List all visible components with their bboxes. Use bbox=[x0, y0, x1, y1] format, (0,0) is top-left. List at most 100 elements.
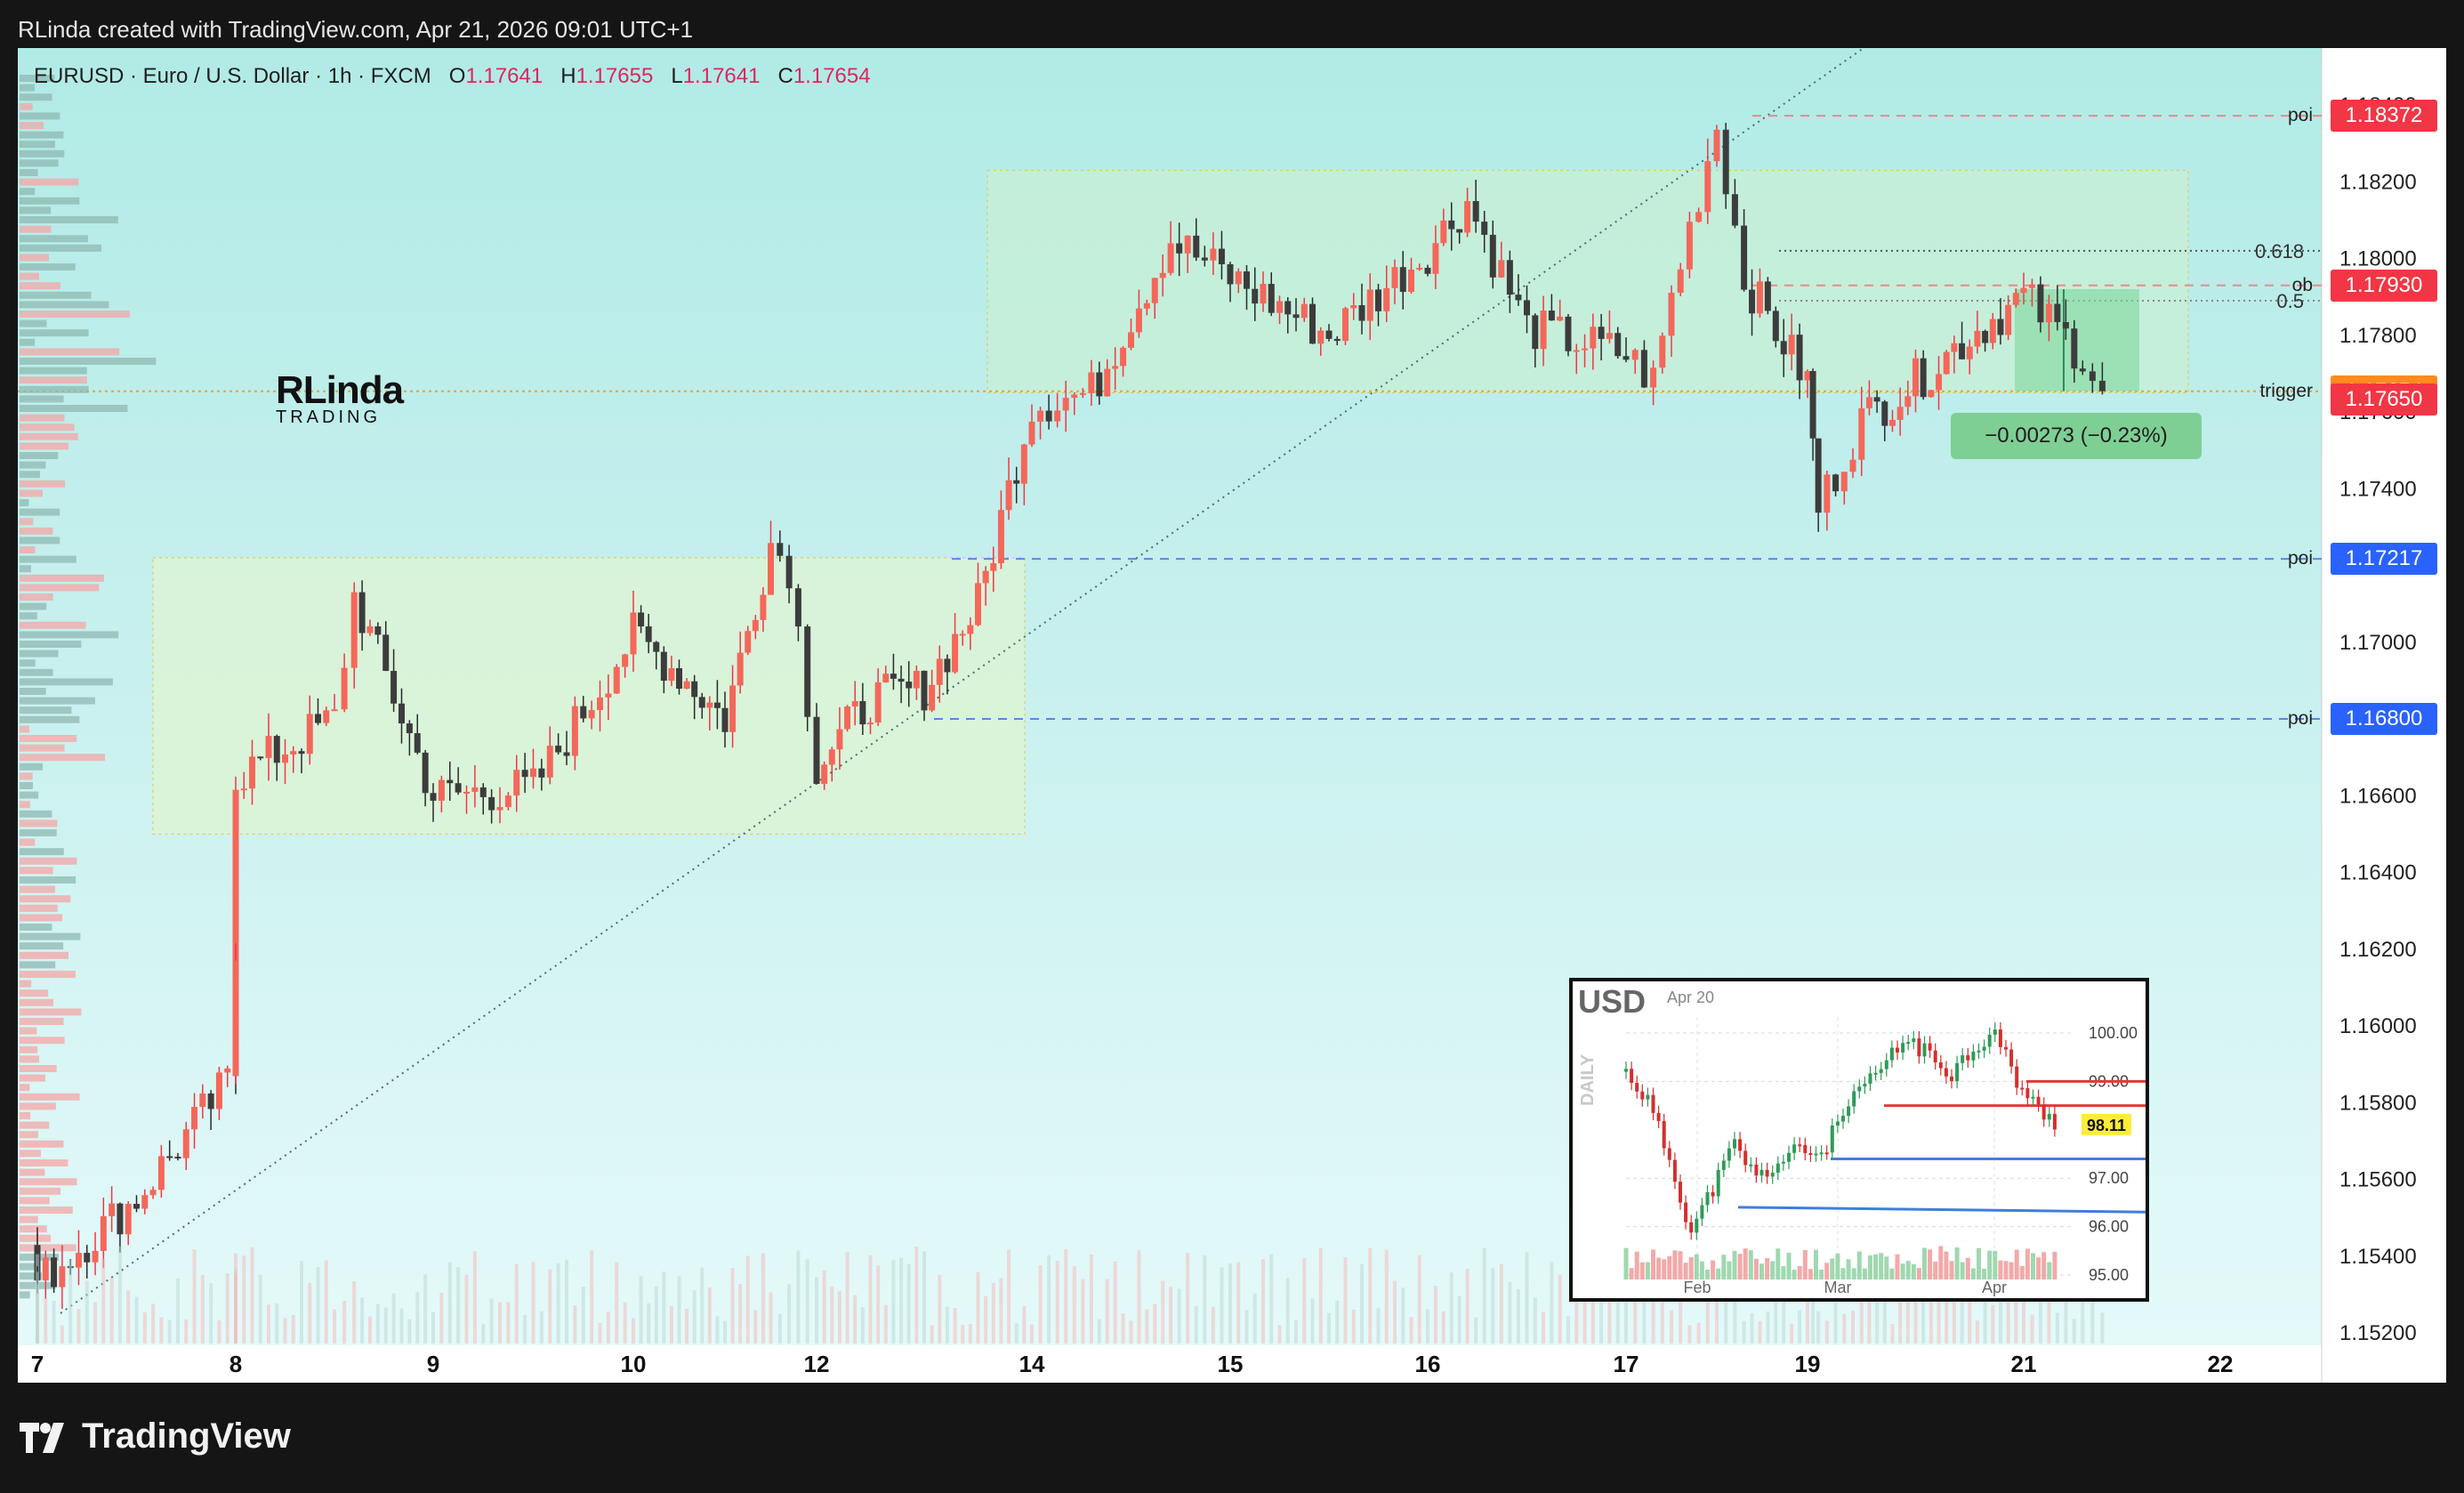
volume-profile-bar bbox=[20, 904, 58, 912]
inset-volume-bar bbox=[1982, 1268, 1987, 1279]
candle-body bbox=[1873, 397, 1880, 402]
volume-profile-bar bbox=[20, 169, 38, 176]
inset-volume-bar bbox=[1851, 1268, 1856, 1279]
inset-candle-body bbox=[1776, 1163, 1780, 1174]
tradingview-logo[interactable]: TradingView bbox=[20, 1416, 291, 1457]
volume-profile-bar bbox=[20, 810, 52, 818]
candle-body bbox=[232, 943, 239, 1077]
volume-bar bbox=[1798, 1310, 1802, 1344]
level-tag-label: poi bbox=[2287, 105, 2313, 126]
x-tick-label: 15 bbox=[1218, 1351, 1244, 1377]
candle bbox=[207, 1090, 214, 1130]
candle-body bbox=[768, 543, 774, 595]
candle-body bbox=[1120, 347, 1127, 367]
volume-bar bbox=[1294, 1319, 1298, 1344]
volume-bar bbox=[805, 1259, 809, 1344]
candle-body bbox=[1565, 316, 1572, 351]
inset-candle-body bbox=[1635, 1083, 1639, 1092]
volume-profile-bar bbox=[20, 376, 87, 384]
candle-body bbox=[638, 612, 645, 627]
inset-candle-body bbox=[1906, 1042, 1911, 1045]
volume-bar bbox=[367, 1316, 372, 1344]
volume-bar bbox=[1376, 1307, 1381, 1344]
volume-bar bbox=[1055, 1261, 1059, 1344]
candle-body bbox=[944, 658, 951, 673]
candle-body bbox=[1573, 350, 1580, 352]
candle bbox=[117, 1202, 124, 1253]
volume-bar bbox=[1816, 1311, 1821, 1344]
inset-candle-body bbox=[1863, 1083, 1867, 1087]
candle-body bbox=[1071, 394, 1078, 399]
volume-bar bbox=[891, 1260, 896, 1344]
volume-profile-bar bbox=[20, 489, 44, 497]
volume-profile-bar bbox=[20, 1140, 64, 1148]
volume-bar bbox=[1368, 1247, 1373, 1344]
level-tag-label: poi bbox=[2287, 708, 2313, 729]
inset-volume-bar bbox=[1711, 1260, 1716, 1279]
candle-body bbox=[729, 685, 737, 732]
close-value: 1.17654 bbox=[793, 64, 871, 88]
volume-bar bbox=[2055, 1312, 2059, 1344]
x-tick-label: 14 bbox=[1019, 1351, 1045, 1377]
candle-body bbox=[1849, 459, 1856, 472]
candle-body bbox=[777, 543, 784, 556]
candle-body bbox=[2062, 322, 2069, 329]
inset-candle-body bbox=[2052, 1113, 2057, 1130]
candle-body bbox=[1399, 267, 1406, 293]
volume-profile-bar bbox=[20, 772, 33, 780]
inset-candle-body bbox=[1738, 1139, 1743, 1151]
inset-volume-bar bbox=[1916, 1268, 1921, 1279]
volume-profile-bar bbox=[20, 819, 58, 827]
candle-body bbox=[1796, 335, 1803, 381]
candle-body bbox=[207, 1094, 214, 1110]
volume-bar bbox=[447, 1262, 452, 1344]
volume-profile-bar bbox=[20, 998, 54, 1006]
volume-profile-bar bbox=[20, 961, 56, 969]
candle-body bbox=[882, 674, 890, 682]
volume-bar bbox=[109, 1278, 114, 1344]
volume-bar bbox=[514, 1263, 519, 1344]
candle-body bbox=[1210, 248, 1217, 261]
inset-volume-bar bbox=[1944, 1251, 1949, 1279]
candle-body bbox=[282, 754, 288, 763]
volume-bar bbox=[738, 1284, 743, 1344]
inset-volume-bar bbox=[1987, 1250, 1993, 1279]
volume-bar bbox=[753, 1310, 758, 1344]
candle-body bbox=[706, 702, 713, 708]
volume-bar bbox=[548, 1269, 552, 1344]
volume-profile-bar bbox=[20, 706, 72, 714]
volume-profile-bar bbox=[20, 715, 80, 723]
inset-volume-bar bbox=[1846, 1259, 1851, 1279]
candle-body bbox=[1235, 271, 1242, 285]
volume-bar bbox=[1409, 1317, 1413, 1344]
candle bbox=[1713, 125, 1720, 167]
chart-frame[interactable]: 1.184001.182001.180001.178001.176001.174… bbox=[18, 48, 2446, 1383]
volume-profile-bar bbox=[20, 1008, 82, 1016]
volume-bar bbox=[1433, 1286, 1437, 1344]
inset-volume-bar bbox=[1895, 1254, 1900, 1279]
inset-volume-bar bbox=[1900, 1263, 1905, 1279]
volume-bar bbox=[489, 1298, 494, 1344]
candle-body bbox=[1668, 292, 1675, 336]
volume-bar bbox=[1465, 1269, 1470, 1344]
volume-bar bbox=[1705, 1295, 1710, 1344]
candle-body bbox=[157, 1156, 165, 1190]
candle-body bbox=[821, 764, 828, 785]
volume-profile-bar bbox=[20, 141, 55, 149]
volume-bar bbox=[1351, 1309, 1356, 1344]
volume-bar bbox=[250, 1247, 254, 1344]
inset-volume-bar bbox=[1889, 1268, 1895, 1279]
volume-profile-bar bbox=[20, 499, 29, 506]
volume-bar bbox=[1335, 1300, 1340, 1344]
volume-profile-bar bbox=[20, 282, 60, 290]
volume-bar bbox=[142, 1312, 147, 1344]
volume-bar bbox=[333, 1309, 336, 1344]
volume-bar bbox=[1228, 1263, 1232, 1344]
inset-candle-body bbox=[1733, 1139, 1736, 1149]
candle-body bbox=[580, 706, 587, 719]
volume-bar bbox=[723, 1320, 727, 1344]
candle-body bbox=[447, 779, 454, 784]
candle-body bbox=[1704, 161, 1711, 213]
volume-profile-bar bbox=[20, 650, 59, 658]
volume-bar bbox=[976, 1271, 980, 1344]
